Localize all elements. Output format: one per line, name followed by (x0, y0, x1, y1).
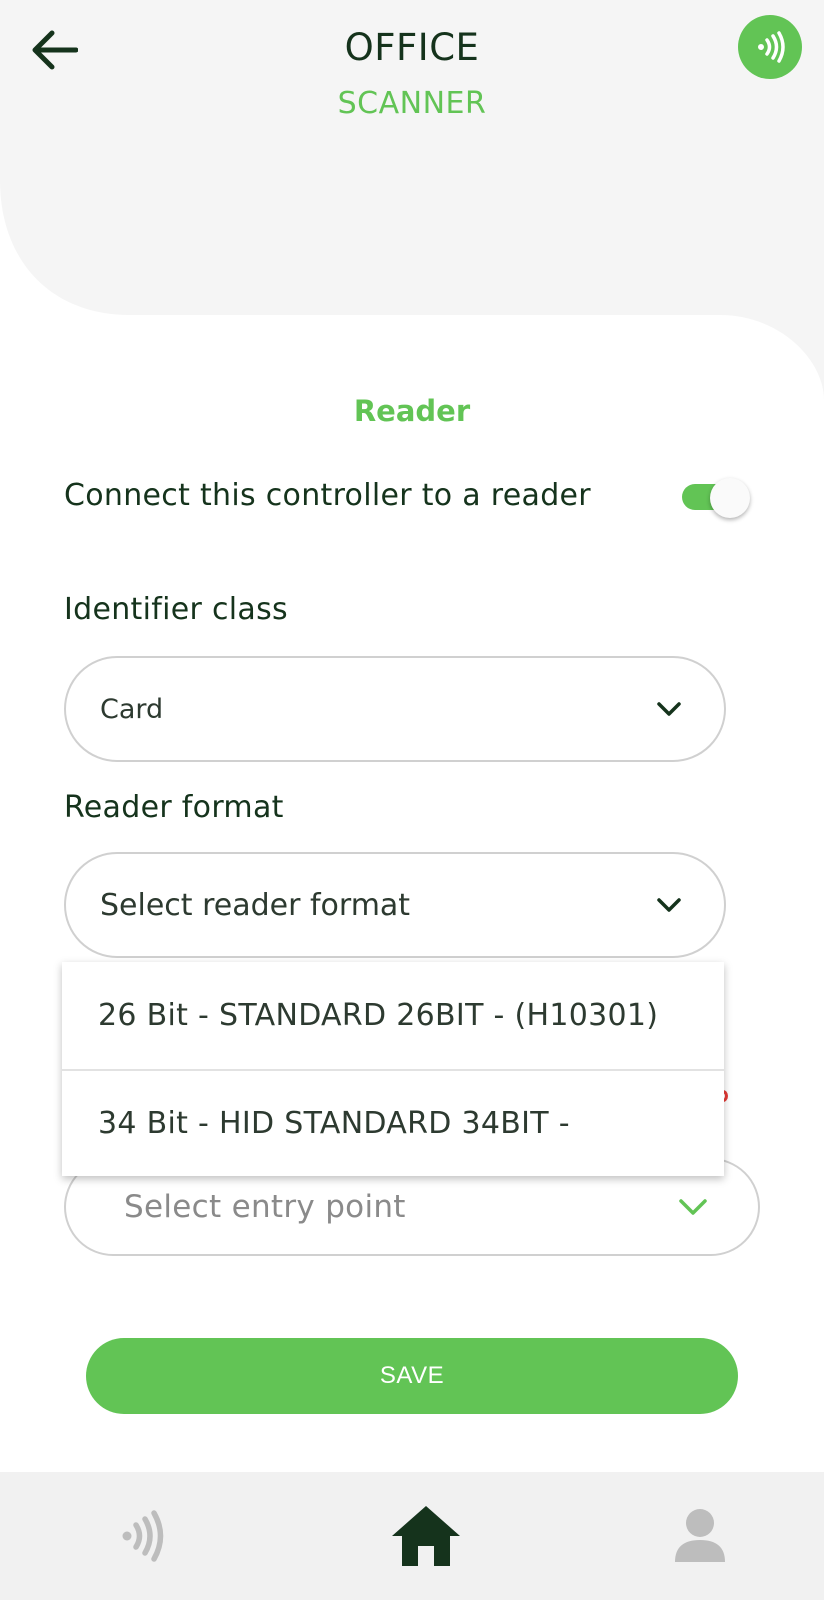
toggle-knob (710, 478, 750, 518)
connect-reader-label: Connect this controller to a reader (64, 478, 591, 513)
connect-reader-toggle[interactable] (682, 478, 752, 518)
nav-item-home[interactable] (326, 1472, 526, 1600)
nfc-icon (122, 1510, 164, 1562)
reader-format-select[interactable]: Select reader format (64, 852, 726, 958)
identifier-class-select[interactable]: Card (64, 656, 726, 762)
section-title-reader: Reader (353, 394, 471, 428)
bottom-navigation (0, 1472, 824, 1600)
reader-format-dropdown: 26 Bit - STANDARD 26BIT - (H10301) 34 Bi… (62, 962, 724, 1176)
page-title: OFFICE (344, 26, 480, 69)
nav-item-profile[interactable] (600, 1472, 800, 1600)
nav-item-scanner[interactable] (44, 1472, 244, 1600)
identifier-class-label: Identifier class (64, 592, 288, 627)
page: OFFICE SCANNER Reader Connect this contr… (0, 0, 824, 1600)
chevron-down-icon (679, 1199, 707, 1215)
user-icon (675, 1509, 725, 1562)
nfc-badge-button[interactable] (738, 15, 802, 79)
chevron-down-icon (657, 898, 681, 912)
chevron-down-icon (657, 702, 681, 716)
identifier-class-value: Card (100, 693, 164, 725)
reader-format-label: Reader format (64, 790, 284, 825)
save-button[interactable]: SAVE (86, 1338, 738, 1414)
nfc-icon (758, 31, 785, 63)
entry-point-placeholder: Select entry point (124, 1189, 406, 1225)
reader-format-placeholder: Select reader format (100, 887, 411, 923)
page-subtitle: SCANNER (337, 86, 487, 121)
reader-format-option[interactable]: 34 Bit - HID STANDARD 34BIT - (62, 1069, 724, 1176)
reader-format-option[interactable]: 26 Bit - STANDARD 26BIT - (H10301) (62, 962, 724, 1069)
home-icon (392, 1506, 460, 1566)
